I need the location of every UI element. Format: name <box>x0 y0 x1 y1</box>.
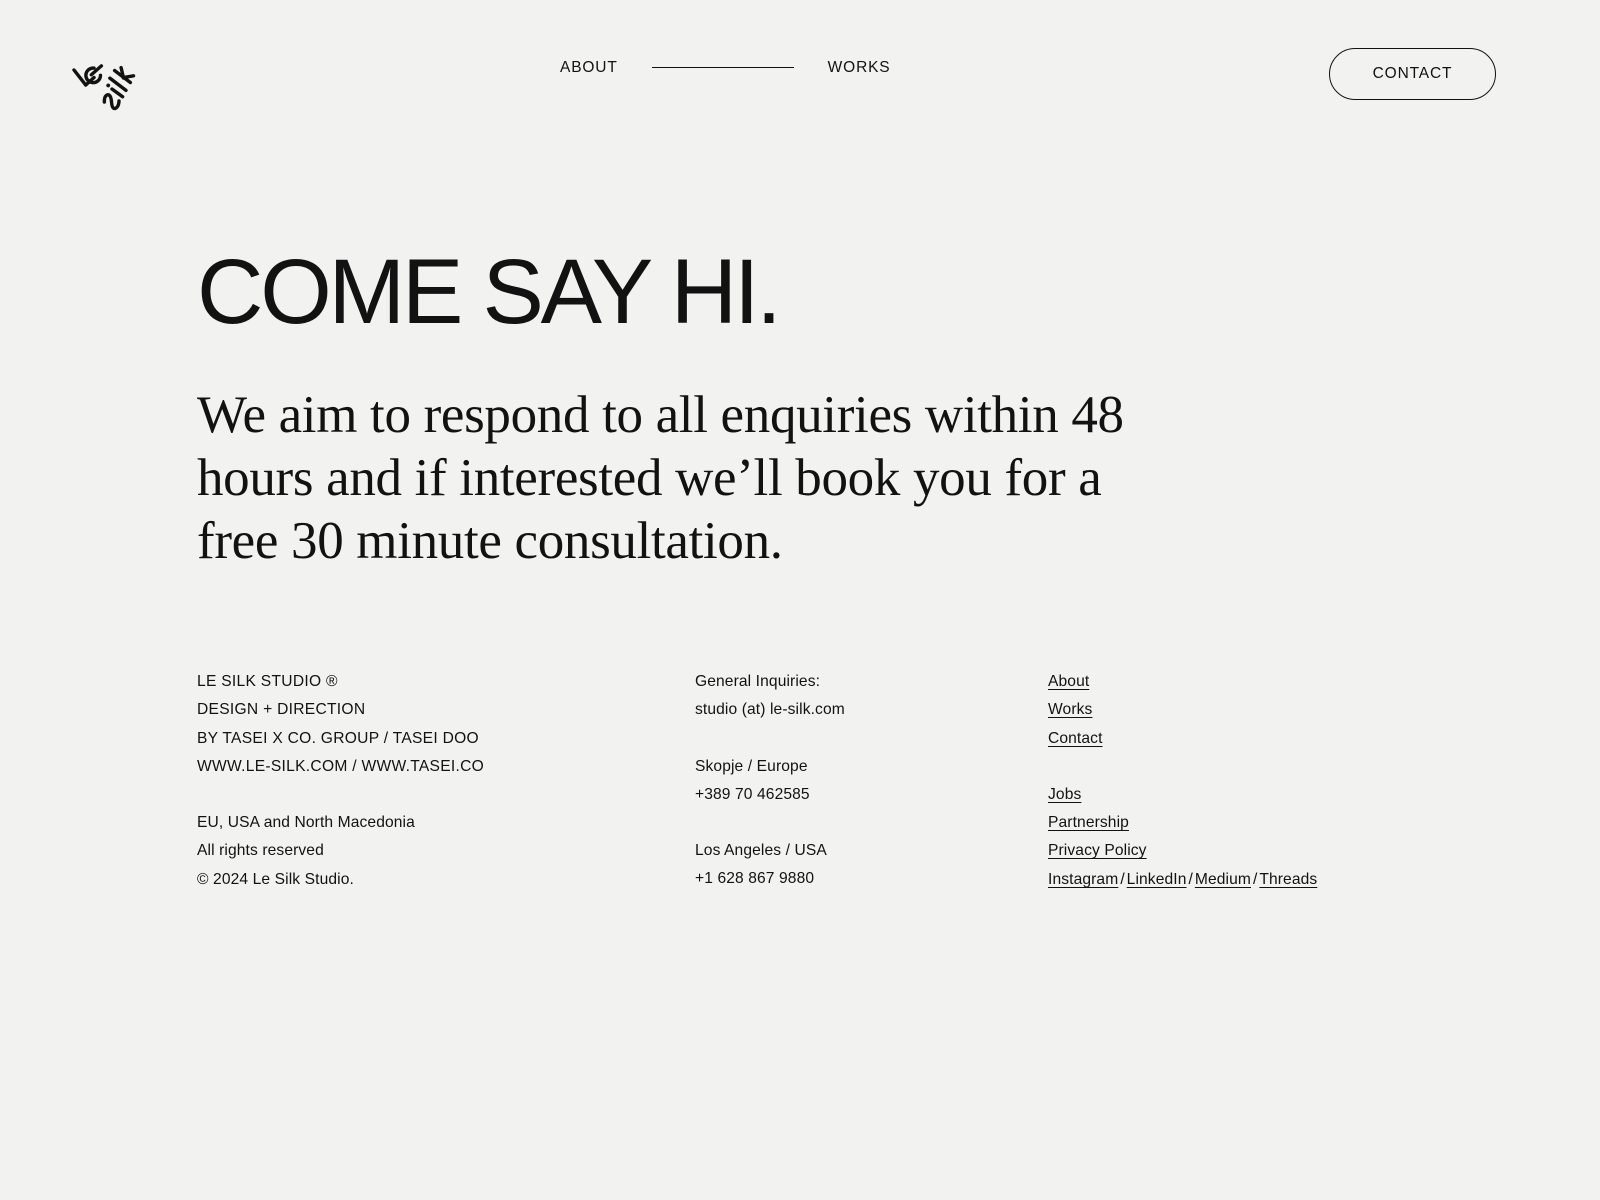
footer-link-partnership[interactable]: Partnership <box>1048 809 1427 837</box>
hero-subtitle: We aim to respond to all enquiries withi… <box>197 386 1124 571</box>
studio-line: WWW.LE-SILK.COM / WWW.TASEI.CO <box>197 757 485 775</box>
footer-col-studio: LE SILK STUDIO ® DESIGN + DIRECTION BY T… <box>197 668 695 894</box>
footer-col-contact: General Inquiries: studio (at) le-silk.c… <box>695 668 1048 894</box>
logo-le-silk[interactable] <box>72 36 150 111</box>
social-separator: / <box>1188 870 1193 888</box>
footer-link-contact[interactable]: Contact <box>1048 725 1427 753</box>
studio-region-line: EU, USA and North Macedonia <box>197 814 415 832</box>
social-separator: / <box>1252 870 1258 888</box>
page-title: COME SAY HI. <box>197 241 782 343</box>
nav-link-about[interactable]: ABOUT <box>560 60 618 76</box>
studio-line: LE SILK STUDIO ® <box>197 673 338 690</box>
nav-divider-rule <box>651 67 794 69</box>
footer-link-instagram[interactable]: Instagram <box>1048 866 1118 894</box>
footer-social-links: Instagram / LinkedIn / Medium / Threads <box>1048 866 1427 894</box>
footer-link-works[interactable]: Works <box>1048 696 1427 724</box>
footer-col-links: About Works Contact Jobs Partnership Pri… <box>1048 668 1427 894</box>
contact-button[interactable]: CONTACT <box>1329 48 1496 100</box>
office-la-label: Los Angeles / USA <box>695 842 827 860</box>
studio-copyright-line: © 2024 Le Silk Studio. <box>197 870 354 888</box>
office-la-phone[interactable]: +1 628 867 9880 <box>695 865 1048 893</box>
logo-mark-icon <box>72 64 136 111</box>
footer-link-medium[interactable]: Medium <box>1195 866 1251 894</box>
social-separator: / <box>1120 870 1125 888</box>
studio-rights-line: All rights reserved <box>197 842 324 860</box>
studio-line: BY TASEI X CO. GROUP / TASEI DOO <box>197 729 479 747</box>
office-skopje-phone[interactable]: +389 70 462585 <box>695 781 1048 809</box>
footer-link-linkedin[interactable]: LinkedIn <box>1127 866 1187 894</box>
studio-line: DESIGN + DIRECTION <box>197 701 366 719</box>
site-header: ABOUT WORKS CONTACT <box>0 0 1600 148</box>
primary-nav: ABOUT WORKS <box>560 60 891 76</box>
site-footer: LE SILK STUDIO ® DESIGN + DIRECTION BY T… <box>197 668 1427 894</box>
footer-link-privacy-policy[interactable]: Privacy Policy <box>1048 837 1427 865</box>
footer-link-threads[interactable]: Threads <box>1259 866 1317 894</box>
footer-link-about[interactable]: About <box>1048 668 1427 696</box>
general-inquiries-email[interactable]: studio (at) le-silk.com <box>695 696 1048 724</box>
office-skopje-label: Skopje / Europe <box>695 757 808 775</box>
hero-section: COME SAY HI. We aim to respond to all en… <box>197 241 1197 574</box>
general-inquiries-label: General Inquiries: <box>695 673 821 690</box>
nav-link-works[interactable]: WORKS <box>828 60 891 76</box>
footer-link-jobs[interactable]: Jobs <box>1048 781 1427 809</box>
